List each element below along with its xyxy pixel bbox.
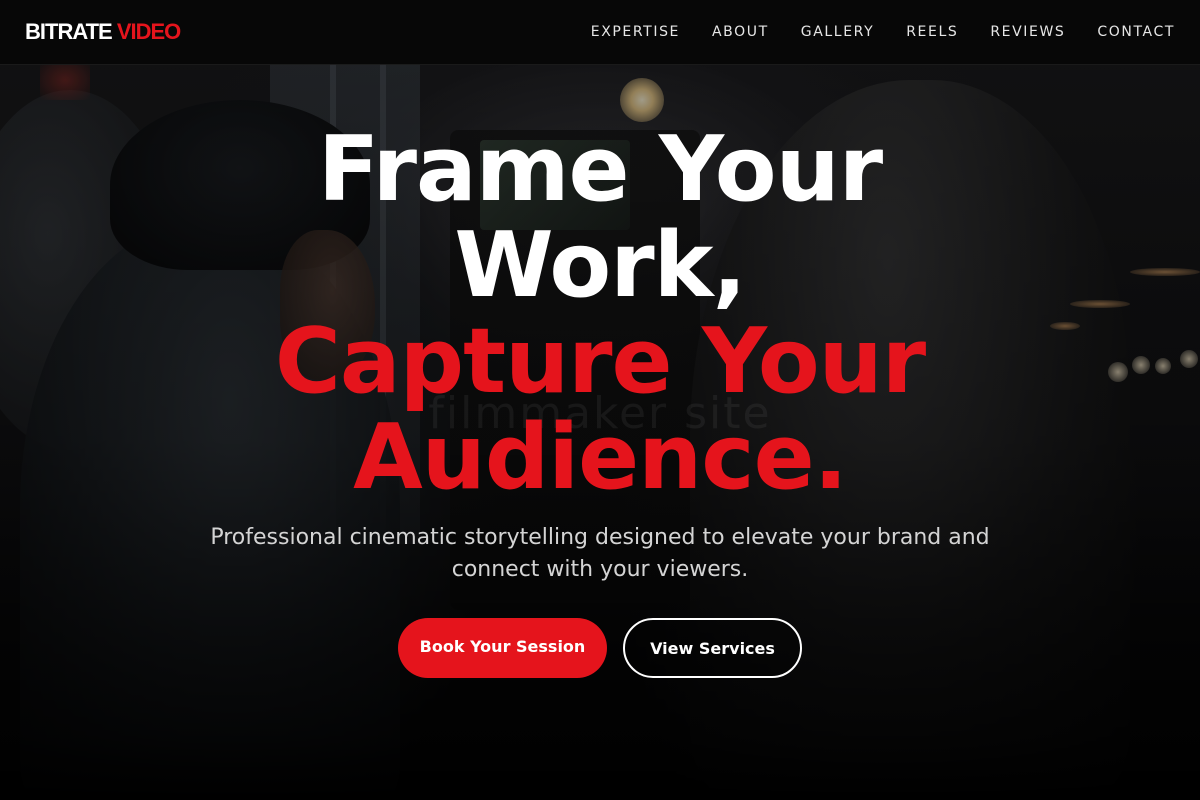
headline-line-1: Frame Your — [317, 117, 883, 222]
logo-text-white: BITRATE — [25, 19, 113, 44]
headline-line-2: Work, — [454, 213, 746, 318]
view-services-button[interactable]: View Services — [623, 618, 802, 678]
book-session-button[interactable]: Book Your Session — [398, 618, 607, 678]
brand-logo[interactable]: BITRATE VIDEO — [25, 19, 181, 45]
headline-line-3: Capture Your — [274, 309, 926, 414]
nav-link-expertise[interactable]: EXPERTISE — [591, 24, 680, 40]
hero-headline: Frame Your Work, Capture Your Audience. — [0, 122, 1200, 506]
nav-link-about[interactable]: ABOUT — [712, 24, 769, 40]
nav-link-contact[interactable]: CONTACT — [1097, 24, 1175, 40]
nav-link-gallery[interactable]: GALLERY — [801, 24, 874, 40]
hero-subtitle: Professional cinematic storytelling desi… — [210, 525, 990, 582]
site-header: BITRATE VIDEO EXPERTISE ABOUT GALLERY RE… — [0, 0, 1200, 65]
nav-link-reels[interactable]: REELS — [906, 24, 958, 40]
hero-section: filmmaker site Frame Your Work, Capture … — [0, 0, 1200, 800]
logo-text-red: VIDEO — [116, 19, 181, 44]
nav-link-reviews[interactable]: REVIEWS — [990, 24, 1065, 40]
headline-line-4: Audience. — [353, 405, 848, 510]
main-nav: EXPERTISE ABOUT GALLERY REELS REVIEWS CO… — [559, 24, 1175, 40]
